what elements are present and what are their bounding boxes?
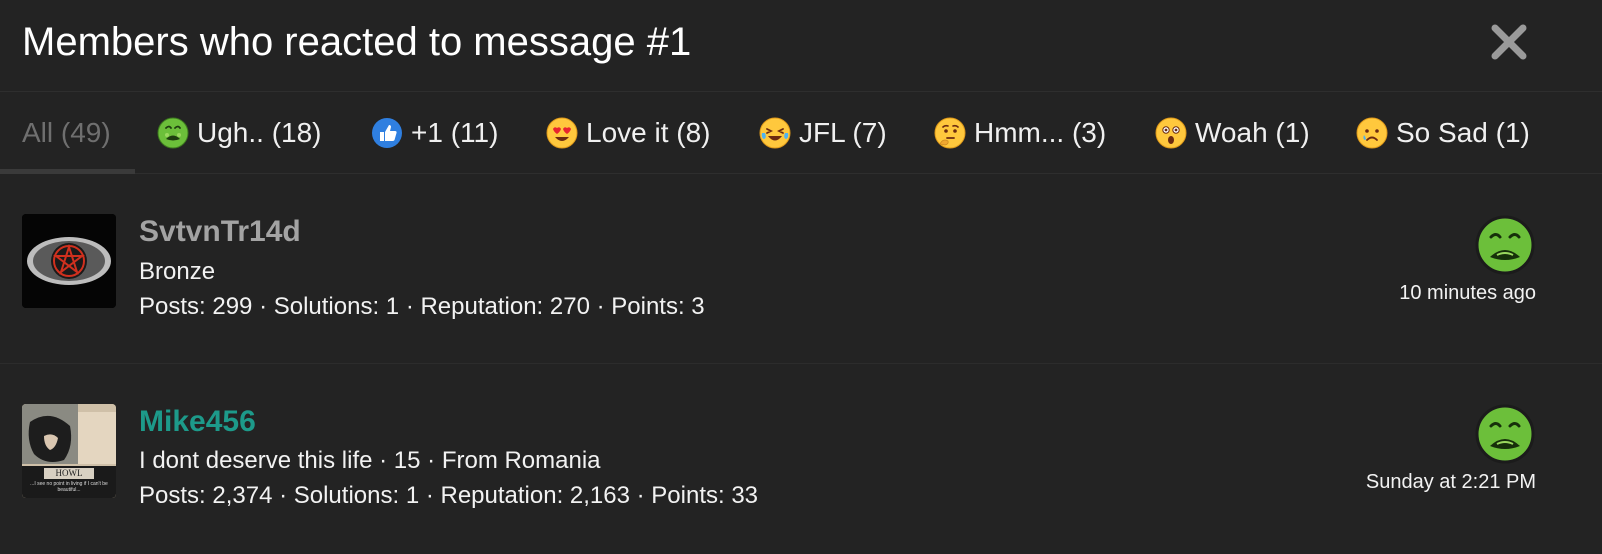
nauseated-face-icon [1475, 404, 1535, 464]
tab-label: Woah (1) [1195, 117, 1310, 148]
sad-face-icon [1356, 117, 1388, 149]
tab-woah[interactable]: Woah (1) [1155, 92, 1310, 174]
reaction-tabs: All (49) Ugh.. (18) +1 (11) Love it (8) … [0, 92, 1602, 174]
username-link[interactable]: SvtvnTr14d [139, 214, 301, 250]
astonished-face-icon [1155, 117, 1187, 149]
crying-laughing-icon [759, 117, 791, 149]
user-title: Bronze [139, 258, 216, 285]
dialog-header: Members who reacted to message #1 [0, 0, 1602, 92]
nauseated-face-icon [1475, 215, 1535, 275]
tab-label: So Sad (1) [1396, 117, 1530, 148]
thumbs-up-icon [372, 118, 402, 148]
tab-so-sad[interactable]: So Sad (1) [1356, 92, 1530, 174]
tab-love-it[interactable]: Love it (8) [546, 92, 711, 174]
reaction-time: Sunday at 2:21 PM [1365, 471, 1536, 493]
tab-label: +1 (11) [411, 117, 499, 148]
tab-label: JFL (7) [799, 117, 887, 148]
nauseated-face-icon [157, 117, 189, 149]
tab-label: Ugh.. (18) [197, 117, 322, 148]
reaction-time: 10 minutes ago [1399, 282, 1536, 304]
tab-jfl[interactable]: JFL (7) [759, 92, 887, 174]
tab-label: Hmm... (3) [974, 117, 1107, 148]
member-row: SvtvnTr14d Bronze Posts: 299 · Solutions… [0, 174, 1602, 364]
dialog-title: Members who reacted to message #1 [22, 20, 692, 64]
avatar-subcaption: ...I see no point in living if I can't b… [30, 481, 108, 493]
user-title: I dont deserve this life · 15 · From Rom… [139, 447, 601, 474]
member-row: HOWL ...I see no point in living if I ca… [0, 364, 1602, 554]
tab-ugh[interactable]: Ugh.. (18) [157, 92, 322, 174]
user-stats: Posts: 2,374 · Solutions: 1 · Reputation… [139, 482, 759, 509]
heart-eyes-icon [546, 117, 578, 149]
tab-plus-one[interactable]: +1 (11) [371, 92, 498, 174]
reactions-dialog: Members who reacted to message #1 All (4… [0, 0, 1602, 546]
avatar[interactable] [22, 214, 116, 308]
tab-label: Love it (8) [586, 117, 711, 148]
tab-hmm[interactable]: Hmm... (3) [934, 92, 1106, 174]
avatar[interactable]: HOWL ...I see no point in living if I ca… [22, 404, 116, 498]
username-link[interactable]: Mike456 [139, 404, 256, 440]
thinking-face-icon [934, 117, 966, 149]
tab-label: All (49) [22, 117, 111, 148]
close-icon[interactable] [1489, 22, 1529, 62]
user-stats: Posts: 299 · Solutions: 1 · Reputation: … [139, 293, 705, 320]
pentagram-eye-icon [22, 214, 116, 308]
avatar-caption: HOWL [55, 468, 83, 478]
tab-all[interactable]: All (49) [0, 92, 135, 174]
